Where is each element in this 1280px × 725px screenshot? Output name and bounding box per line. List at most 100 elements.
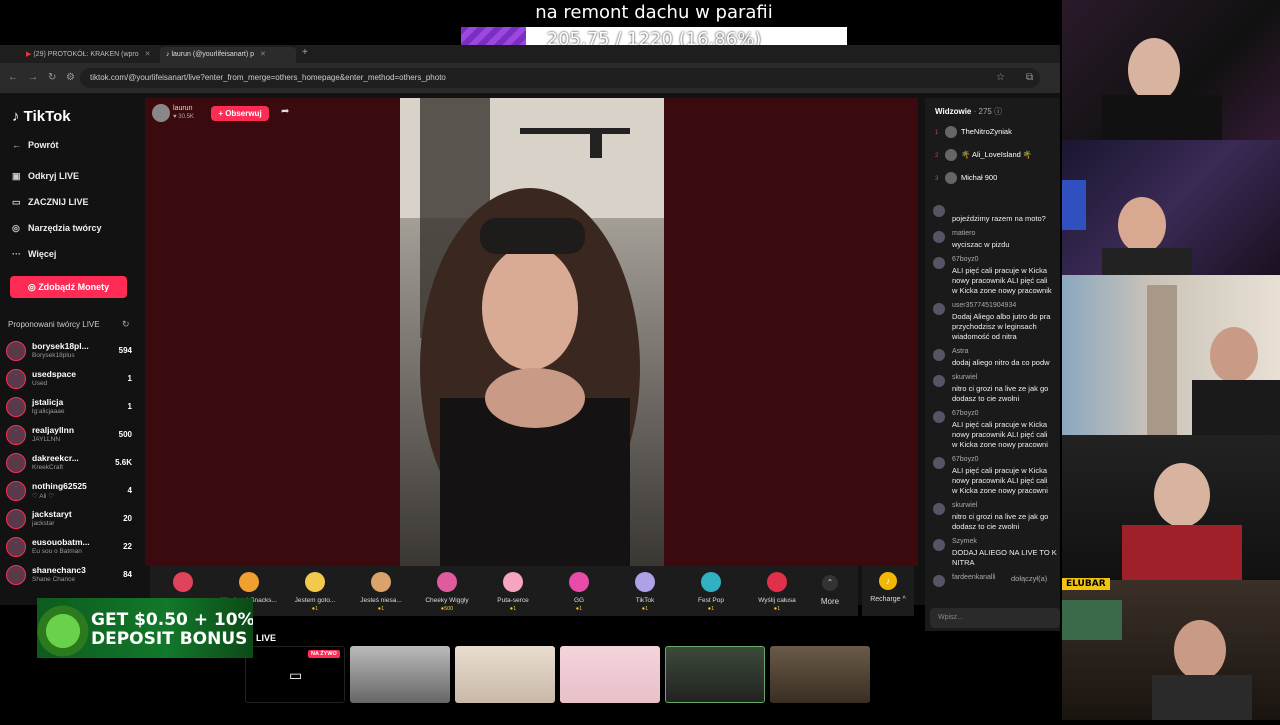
gift-icon: [437, 572, 457, 592]
url-input[interactable]: tiktok.com/@yourlifeisanart/live?enter_f…: [80, 68, 1040, 88]
suggested-creator[interactable]: dakreekcr... KreekCraft 5.6K: [6, 451, 134, 475]
site-info-icon[interactable]: ⚙: [66, 72, 75, 83]
viewers-header[interactable]: Widzowie · 275 ⓘ: [935, 106, 1002, 117]
live-thumb[interactable]: [770, 646, 870, 703]
creator-viewer-count: 20: [123, 514, 132, 523]
chat-avatar: [933, 575, 945, 587]
chat-text: Dodaj Aliego albo jutro do pra przychodz…: [952, 312, 1051, 341]
creator-name: eusouobatm...: [32, 537, 90, 547]
gift-price: ●1: [546, 606, 612, 612]
back-arrow-icon[interactable]: ←: [8, 72, 18, 83]
live-thumb[interactable]: [455, 646, 555, 703]
tiktok-logo[interactable]: ♪ TikTok: [12, 108, 71, 125]
suggested-creator[interactable]: realjayllnn JAYLLNN 500: [6, 423, 134, 447]
extensions-icon[interactable]: ⧉: [1026, 72, 1033, 83]
live-thumb[interactable]: [560, 646, 660, 703]
close-tab-icon[interactable]: ✕: [145, 51, 151, 58]
nav-label: ZACZNIJ LIVE: [28, 197, 89, 207]
refresh-icon[interactable]: ↻: [122, 319, 130, 330]
info-icon[interactable]: ⓘ: [994, 107, 1002, 116]
creator-name: nothing62525: [32, 481, 87, 491]
live-video[interactable]: [400, 98, 664, 566]
chat-username: Astra: [952, 348, 969, 355]
camera-icon: ▭: [12, 197, 21, 207]
suggested-creator[interactable]: borysek18pl... Borysek18plus 594: [6, 339, 134, 363]
host-name[interactable]: laurun: [173, 105, 192, 112]
bookmark-star-icon[interactable]: ☆: [996, 72, 1005, 83]
chat-avatar: [933, 503, 945, 515]
gift-icon: [701, 572, 721, 592]
creator-name: dakreekcr...: [32, 453, 79, 463]
top-viewer[interactable]: 2 🌴 Ali_LoveIsland 🌴: [935, 149, 1032, 161]
nav-explore-live[interactable]: ▣ Odkryj LIVE: [12, 171, 79, 182]
nav-label: Odkryj LIVE: [28, 171, 80, 181]
tab-label: (29) PROTOKÓŁ: KRAKEN (wpro: [33, 51, 139, 58]
nav-back[interactable]: ← Powrót: [12, 140, 59, 150]
chat-input[interactable]: Wpisz...: [930, 608, 1060, 628]
gift-item[interactable]: TikTok ●1: [612, 566, 678, 616]
suggested-creator[interactable]: usedspace Used 1: [6, 367, 134, 391]
suggested-creator[interactable]: jstalicja lg:alicjaaae 1: [6, 395, 134, 419]
chat-text: ALI pięć cali pracuje w Kicka nowy praco…: [952, 420, 1048, 449]
new-tab-icon[interactable]: +: [302, 47, 308, 58]
suggested-creator[interactable]: nothing62525 ♡ Ali ♡ 4: [6, 479, 134, 503]
nav-go-live[interactable]: ▭ ZACZNIJ LIVE: [12, 197, 89, 208]
gift-price: ●1: [348, 606, 414, 612]
webcam-badge: ELUBAR: [1062, 578, 1110, 590]
chat-avatar: [933, 411, 945, 423]
chat-username: matiero: [952, 230, 976, 237]
gift-name: Jestem goto...: [294, 597, 336, 604]
gift-price: ●1: [678, 606, 744, 612]
price-value: 1: [513, 606, 517, 612]
creator-avatar: [6, 565, 26, 585]
share-icon[interactable]: ➦: [281, 106, 289, 117]
suggested-creator[interactable]: eusouobatm... Eu sou o Batman 22: [6, 535, 134, 559]
tiktok-page: ♪ TikTok ← Powrót ▣ Odkryj LIVE ▭ ZACZNIJ L…: [0, 93, 1060, 631]
nav-more[interactable]: ··· Więcej: [12, 249, 56, 259]
close-tab-icon[interactable]: ✕: [260, 51, 266, 58]
viewers-count: · 275: [973, 107, 992, 116]
top-viewer[interactable]: 3 Michał 900: [935, 172, 997, 184]
creator-avatar: [6, 425, 26, 445]
top-viewer[interactable]: 1 TheNitroZyniak: [935, 126, 1012, 138]
price-value: 1: [579, 606, 583, 612]
explore-icon: ▣: [12, 171, 21, 181]
chat-avatar: [933, 205, 945, 217]
get-coins-button[interactable]: ◎ Zdobądź Monety: [10, 276, 127, 298]
chat-avatar: [933, 349, 945, 361]
host-avatar[interactable]: [152, 104, 170, 122]
reload-icon[interactable]: ↻: [48, 72, 56, 83]
nav-creator-tools[interactable]: ◎ Narzędzia twórcy: [12, 223, 102, 234]
forward-arrow-icon[interactable]: →: [28, 72, 38, 83]
more-gifts-button[interactable]: ⌃ More: [815, 571, 845, 616]
gift-name: Fest Pop: [697, 597, 724, 604]
chat-text: nitro ci grozi na live ze jak go dodasz …: [952, 384, 1049, 403]
gift-item[interactable]: Fest Pop ●1: [678, 566, 744, 616]
gift-bar: ●1Weekend Snacks...●1Jestem goto...●1Jes…: [150, 566, 858, 616]
creator-avatar: [6, 397, 26, 417]
gift-item[interactable]: Jesteś niesa... ●1: [348, 566, 414, 616]
live-thumb[interactable]: [665, 646, 765, 703]
chat-text: dołączył(a): [1011, 574, 1048, 583]
back-arrow-icon: ←: [12, 140, 21, 150]
price-value: 1: [777, 606, 781, 612]
tab-tiktok[interactable]: ♪ laurun (@yourlifeisanart) p ✕: [160, 47, 296, 63]
recharge-button[interactable]: ♪ Recharge ^: [862, 566, 914, 616]
live-thumb[interactable]: [350, 646, 450, 703]
gift-item[interactable]: Jestem goto... ●1: [282, 566, 348, 616]
chat-username: skurwiel: [952, 502, 978, 509]
viewer-name: 🌴 Ali_LoveIsland 🌴: [961, 149, 1033, 159]
tab-kraken[interactable]: ▶ (29) PROTOKÓŁ: KRAKEN (wpro ✕: [20, 47, 156, 63]
webcam-3-person: [1147, 285, 1280, 435]
gift-item[interactable]: Wyślij całusa ●1: [744, 566, 810, 616]
nav-label: Narzędzia twórcy: [28, 223, 102, 233]
gift-item[interactable]: GG ●1: [546, 566, 612, 616]
viewers-label: Widzowie: [935, 107, 972, 116]
gift-item[interactable]: Puta-serce ●1: [480, 566, 546, 616]
live-tag: NA ŻYWO: [308, 650, 340, 658]
gift-item[interactable]: Cheeky Wiggly ●500: [414, 566, 480, 616]
follow-button[interactable]: + Obserwuj: [211, 106, 269, 121]
viewer-name: TheNitroZyniak: [961, 126, 1012, 136]
suggested-creator[interactable]: shanechanc3 Shane Chance 84: [6, 563, 134, 587]
suggested-creator[interactable]: jackstaryt jackstar 20: [6, 507, 134, 531]
